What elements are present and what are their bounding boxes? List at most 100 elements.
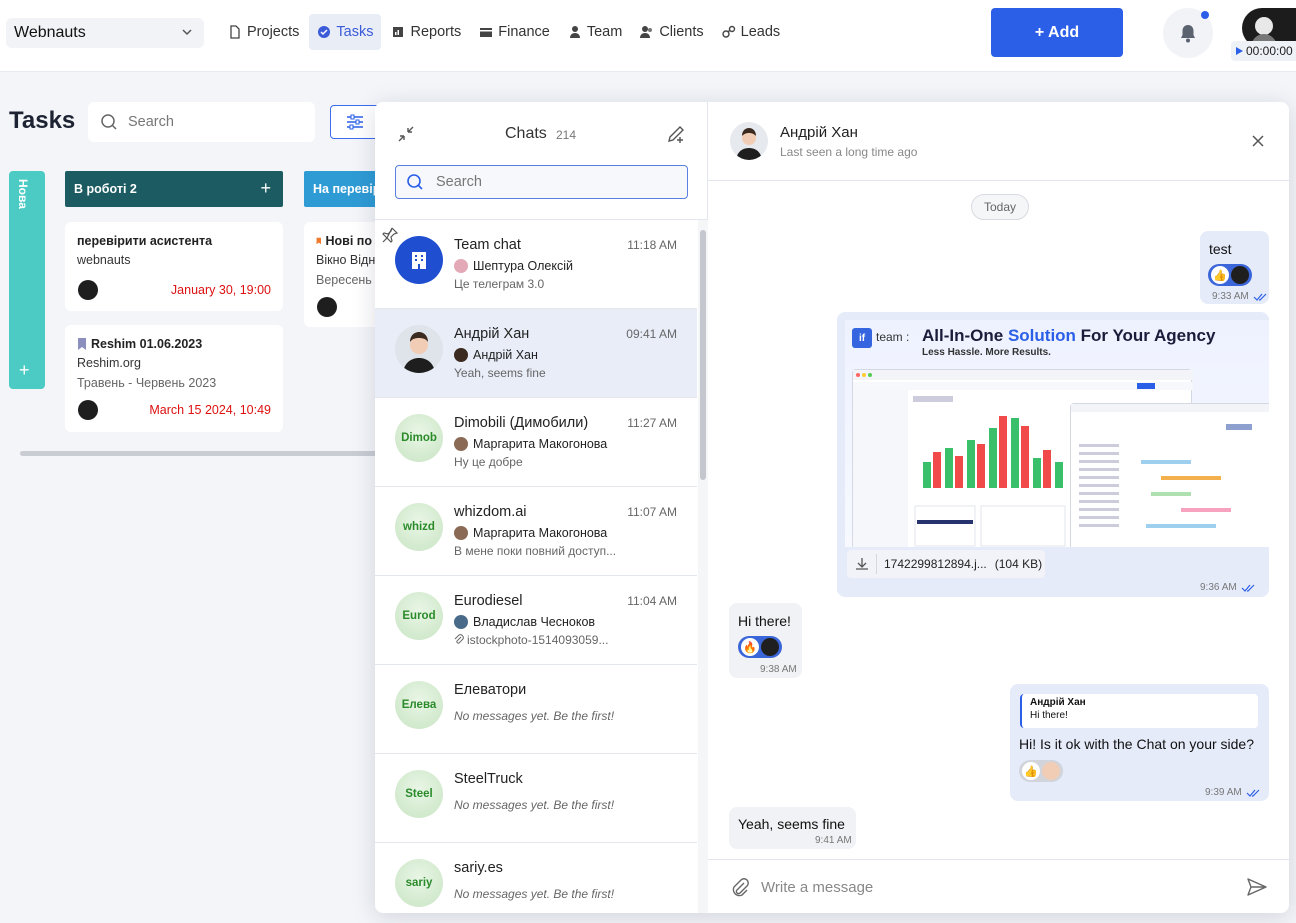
chat-last-author: Шептура Олексій xyxy=(454,259,573,273)
chat-search-input[interactable]: Search xyxy=(395,165,688,199)
nav-reports[interactable]: Reports xyxy=(383,14,469,50)
chat-time: 11:07 AM xyxy=(627,505,677,519)
chat-avatar xyxy=(395,236,443,284)
chat-list: Team chat 11:18 AM Шептура Олексій Це те… xyxy=(375,220,697,913)
message-outgoing-image[interactable]: if team : All-In-One Solution For Your A… xyxy=(837,312,1269,597)
chat-last-author: Маргарита Макогонова xyxy=(454,526,607,540)
bookmark-icon xyxy=(78,338,86,350)
plus-icon[interactable]: + xyxy=(19,360,30,381)
message-time: 9:38 AM xyxy=(760,664,797,675)
message-input[interactable] xyxy=(761,875,1231,899)
chat-preview: No messages yet. Be the first! xyxy=(454,798,615,812)
message-incoming[interactable]: Yeah, seems fine 9:41 AM xyxy=(729,807,856,849)
chat-preview: Це телеграм 3.0 xyxy=(454,277,545,291)
chat-item-steeltruck[interactable]: Steel SteelTruck No messages yet. Be the… xyxy=(375,754,697,843)
page-title: Tasks xyxy=(9,107,76,134)
message-reactions[interactable]: 👍 xyxy=(1208,264,1252,286)
paperclip-icon[interactable] xyxy=(730,877,750,897)
nav-leads-label: Leads xyxy=(740,24,781,40)
message-reactions[interactable]: 🔥 xyxy=(738,636,782,658)
nav-clients[interactable]: Clients xyxy=(632,14,711,50)
chat-preview: Ну це добре xyxy=(454,455,523,469)
chat-item-sariy[interactable]: sariy sariy.es No messages yet. Be the f… xyxy=(375,843,697,913)
promo-headline: All-In-One Solution For Your Agency xyxy=(922,326,1215,346)
task-dates: Вересень xyxy=(316,273,372,287)
column-header-in-work[interactable]: В роботі 2 + xyxy=(65,171,283,207)
chat-time: 09:41 AM xyxy=(626,327,677,341)
chat-avatar: Eurod xyxy=(395,592,443,640)
task-due-date: March 15 2024, 10:49 xyxy=(149,403,271,417)
workspace-select[interactable]: Webnauts xyxy=(6,18,204,48)
task-card[interactable]: перевірити асистента webnauts January 30… xyxy=(65,222,283,311)
task-project: webnauts xyxy=(77,253,131,267)
plus-icon[interactable]: + xyxy=(260,178,271,199)
message-composer xyxy=(708,859,1289,913)
nav-tasks[interactable]: Tasks xyxy=(309,14,382,50)
chat-last-author: Андрій Хан xyxy=(454,348,538,362)
chat-item-eurodiesel[interactable]: Eurod Eurodiesel 11:04 AM Владислав Чесн… xyxy=(375,576,697,665)
add-button[interactable]: + Add xyxy=(991,8,1123,57)
chat-avatar: Елева xyxy=(395,681,443,729)
message-outgoing[interactable]: test 👍 9:33 AM xyxy=(1200,231,1269,304)
quoted-text: Hi there! xyxy=(1030,710,1068,721)
assignee-avatar xyxy=(78,280,98,300)
chat-item-elevatory[interactable]: Елева Елеватори No messages yet. Be the … xyxy=(375,665,697,754)
message-time: 9:39 AM xyxy=(1205,787,1242,798)
promo-image[interactable]: if team : All-In-One Solution For Your A… xyxy=(845,320,1269,547)
new-chat-icon[interactable] xyxy=(665,123,687,145)
promo-tagline: Less Hassle. More Results. xyxy=(922,347,1051,358)
nav-team[interactable]: Team xyxy=(560,14,630,50)
nav-finance[interactable]: Finance xyxy=(471,14,558,50)
chat-item-andrii-khan[interactable]: Андрій Хан 09:41 AM Андрій Хан Yeah, see… xyxy=(375,309,697,398)
reactor-avatar xyxy=(761,638,779,656)
message-meta: 9:39 AM xyxy=(1205,787,1262,798)
message-reactions[interactable]: 👍 xyxy=(1019,760,1063,782)
task-title-row: Reshim 01.06.2023 xyxy=(77,337,271,351)
chat-item-team-chat[interactable]: Team chat 11:18 AM Шептура Олексій Це те… xyxy=(375,220,697,309)
message-outgoing-reply[interactable]: Андрій Хан Hi there! Hi! Is it ok with t… xyxy=(1010,684,1269,801)
filter-button[interactable] xyxy=(330,105,380,139)
nav-projects[interactable]: Projects xyxy=(220,14,307,50)
message-incoming[interactable]: Hi there! 🔥 9:38 AM xyxy=(729,603,802,678)
board-horizontal-scrollbar[interactable] xyxy=(20,451,380,456)
task-card[interactable]: Reshim 01.06.2023 Reshim.org Травень - Ч… xyxy=(65,325,283,432)
thumbs-up-icon: 👍 xyxy=(1022,762,1040,780)
column-nova[interactable]: Нова + xyxy=(9,171,45,389)
chat-preview: istockphoto-1514093059... xyxy=(454,633,608,647)
download-icon[interactable] xyxy=(847,554,877,574)
message-text: Hi! Is it ok with the Chat on your side? xyxy=(1019,736,1254,752)
contact-status: Last seen a long time ago xyxy=(780,145,918,159)
file-attachment[interactable]: 1742299812894.j... (104 KB) xyxy=(847,550,1045,578)
collapse-icon[interactable] xyxy=(397,125,415,143)
conversation-scrollbar[interactable] xyxy=(1279,181,1289,859)
nav-leads[interactable]: Leads xyxy=(714,14,789,50)
chat-item-whizdom[interactable]: whizd whizdom.ai 11:07 AM Маргарита Мако… xyxy=(375,487,697,576)
nav-projects-label: Projects xyxy=(247,24,300,40)
chat-list-scrollbar[interactable] xyxy=(698,220,708,913)
quoted-message[interactable]: Андрій Хан Hi there! xyxy=(1020,694,1258,728)
board-search-input[interactable]: Search xyxy=(88,102,315,142)
author-avatar xyxy=(454,259,468,273)
chat-search-placeholder: Search xyxy=(436,174,482,190)
chat-item-dimobili[interactable]: Dimob Dimobili (Димобили) 11:27 AM Марга… xyxy=(375,398,697,487)
chat-name: Team chat xyxy=(454,237,521,253)
chat-last-author: Маргарита Макогонова xyxy=(454,437,607,451)
task-card[interactable]: Нові по Вікно Відн Вересень xyxy=(304,222,384,327)
time-tracker[interactable]: 00:00:00 xyxy=(1231,41,1296,61)
leads-icon xyxy=(721,25,735,38)
double-check-icon xyxy=(1246,789,1260,797)
chat-name: SteelTruck xyxy=(454,771,523,787)
contact-avatar[interactable] xyxy=(730,122,768,160)
column-header-review[interactable]: На перевір xyxy=(304,171,384,207)
search-icon xyxy=(101,114,117,130)
file-name: 1742299812894.j... xyxy=(884,557,987,571)
headline-highlight: Solution xyxy=(1007,326,1076,345)
scrollbar-thumb[interactable] xyxy=(700,230,706,480)
chat-avatar: Steel xyxy=(395,770,443,818)
send-icon[interactable] xyxy=(1246,877,1268,897)
close-icon[interactable] xyxy=(1251,134,1265,148)
notification-dot xyxy=(1201,11,1209,19)
timer-value: 00:00:00 xyxy=(1246,44,1293,58)
bell-icon xyxy=(1181,25,1195,43)
chat-time: 11:18 AM xyxy=(627,238,677,252)
